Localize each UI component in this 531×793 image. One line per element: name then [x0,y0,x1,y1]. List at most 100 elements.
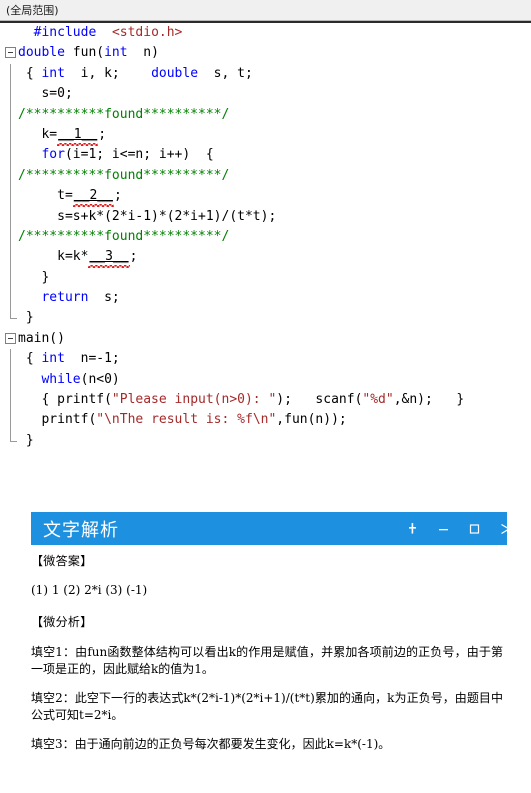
code-editor[interactable]: #include <stdio.h> double fun(int n) { in… [0,23,531,485]
code-token: /**********found**********/ [18,106,230,122]
block-guide-line [10,104,11,125]
code-line[interactable]: double fun(int n) [0,43,531,63]
code-line[interactable]: k=k*__3__; [0,247,531,268]
pin-icon[interactable] [406,522,420,535]
code-token: s; [88,290,120,306]
code-token: s=0; [18,86,73,102]
block-guide-line [10,369,11,391]
code-token: /**********found**********/ [18,167,230,183]
code-line[interactable]: /**********found**********/ [0,104,531,125]
block-guide-line [10,145,11,166]
code-token: i, k; [64,65,152,81]
code-token: "\nThe result is: %f\n" [96,412,277,428]
code-line[interactable]: } [0,308,531,328]
analysis-paragraph-list: 填空1：由fun函数整体结构可以看出k的作用是赋值，并累加各项前边的正负号，由于… [31,644,503,753]
code-token: } [18,432,34,448]
code-token: } [18,310,34,326]
answer-text: (1) 1 (2) 2*i (3) (-1) [31,583,148,597]
code-token: "Please input(n>0): " [111,392,277,408]
scope-bar[interactable]: (全局范围) [0,0,531,21]
block-guide-line [10,206,11,227]
code-token: (i=1; i<=n; i++) { [64,147,214,163]
analysis-panel: 文字解析 [31,512,511,545]
code-token: while [41,371,81,387]
code-token: { [18,65,42,81]
block-guide-line [10,63,11,85]
block-guide-line [10,288,11,309]
code-token: ; [113,188,122,204]
analysis-paragraph: 填空2：此空下一行的表达式k*(2*i-1)*(2*i+1)/(t*t)累加的通… [31,691,503,722]
block-guide-line [10,267,11,289]
code-line[interactable]: for(i=1; i<=n; i++) { [0,145,531,166]
code-token: k= [18,126,58,142]
code-line[interactable]: while(n<0) [0,369,531,391]
fold-toggle-icon[interactable] [5,332,16,344]
code-line[interactable]: } [0,267,531,289]
fill-in-blank[interactable]: __2__ [73,188,114,203]
code-token: ; [98,126,107,142]
code-token: int [41,351,65,367]
code-token: t= [18,188,73,204]
analysis-heading: 【微分析】 [31,615,93,629]
maximize-icon[interactable] [468,522,482,535]
block-guide-end [10,430,17,442]
code-token: ,fun(n)); [276,412,347,428]
block-guide-line [10,186,11,207]
code-token: printf( [18,412,97,428]
code-line[interactable]: /**********found**********/ [0,226,531,248]
code-line[interactable]: /**********found**********/ [0,165,531,187]
fill-in-blank[interactable]: __1__ [57,127,98,142]
code-token: ,&n); } [393,392,465,408]
answer-heading: 【微答案】 [31,554,93,568]
code-token: double [18,45,65,61]
code-line[interactable]: #include <stdio.h> [0,23,531,43]
code-line[interactable]: printf("\nThe result is: %f\n",fun(n)); [0,410,531,431]
block-guide-line [10,390,11,411]
close-icon[interactable] [499,522,513,535]
code-token: double [151,65,199,81]
code-line[interactable]: return s; [0,288,531,309]
code-token: fun( [64,45,105,61]
minimize-icon[interactable] [437,522,451,535]
code-line[interactable]: { printf("Please input(n>0): "); scanf("… [0,390,531,411]
code-token: s, t; [198,65,253,81]
code-line[interactable]: t=__2__; [0,186,531,207]
code-token: int [104,45,128,61]
code-token: k=k* [18,249,89,265]
code-token: ; [129,249,138,265]
block-guide-line [10,349,11,370]
analysis-panel-titlebar[interactable]: 文字解析 [31,512,511,545]
code-line[interactable]: { int i, k; double s, t; [0,63,531,85]
code-line[interactable]: k=__1__; [0,124,531,146]
analysis-panel-title: 文字解析 [43,519,119,541]
code-token: n) [127,45,159,61]
block-guide-line [10,124,11,146]
scope-label: (全局范围) [6,4,59,17]
code-line[interactable]: } [0,430,531,451]
code-token: int [41,65,65,81]
code-token: n=-1; [64,351,120,367]
block-guide-end [10,308,17,320]
fill-in-blank[interactable]: __3__ [88,249,129,264]
code-token: for [41,147,65,163]
code-line[interactable]: s=s+k*(2*i-1)*(2*i+1)/(t*t); [0,206,531,227]
block-guide-line [10,247,11,268]
analysis-paragraph: 填空3：由于通向前边的正负号每次都要发生变化，因此k=k*(-1)。 [31,737,391,751]
fold-toggle-icon[interactable] [5,47,16,59]
block-guide-line [10,165,11,187]
code-line[interactable]: s=0; [0,84,531,105]
code-token: "%d" [362,392,394,408]
code-token: #include [33,25,97,40]
code-line[interactable]: { int n=-1; [0,349,531,370]
code-token: return [41,290,89,306]
code-line[interactable]: main() [0,329,531,349]
code-token: ); scanf( [276,392,363,408]
analysis-paragraph: 填空1：由fun函数整体结构可以看出k的作用是赋值，并累加各项前边的正负号，由于… [31,645,503,676]
window-controls [406,512,517,545]
code-token: <stdio.h> [111,25,183,40]
code-token: (n<0) [80,371,120,387]
